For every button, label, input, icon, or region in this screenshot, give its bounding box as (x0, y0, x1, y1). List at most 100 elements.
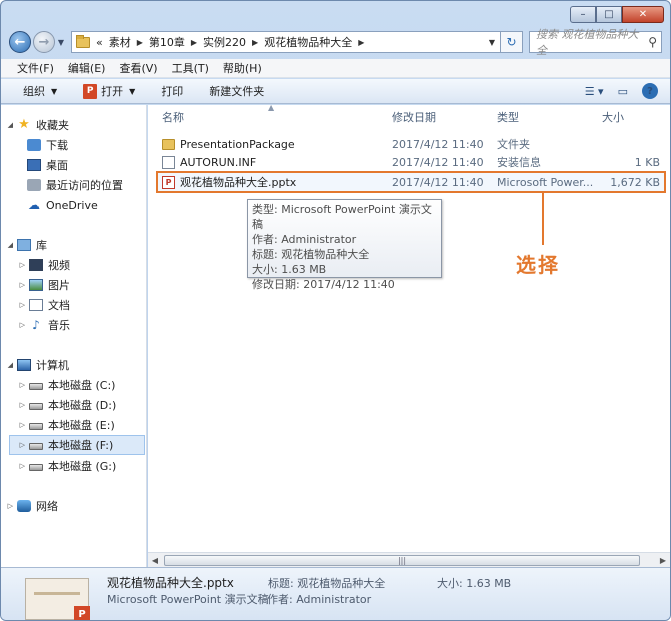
nav-label: 本地磁盘 (F:) (48, 439, 114, 452)
menu-help[interactable]: 帮助(H) (223, 60, 262, 76)
nav-videos[interactable]: ▷ 视频 (1, 255, 145, 275)
nav-pictures[interactable]: ▷ 图片 (1, 275, 145, 295)
annotation-label: 选择 (516, 253, 560, 277)
expand-arrow-icon[interactable]: ◢ (1, 241, 13, 249)
nav-label: 最近访问的位置 (46, 179, 123, 192)
search-icon[interactable]: ⚲ (648, 35, 657, 49)
back-button[interactable]: ← (9, 31, 31, 53)
file-row[interactable]: AUTORUN.INF 2017/4/12 11:40 安装信息 1 KB (158, 153, 664, 171)
nav-label: 本地磁盘 (E:) (48, 419, 115, 432)
forward-button[interactable]: → (33, 31, 55, 53)
expand-arrow-icon[interactable]: ◢ (1, 121, 13, 129)
expand-arrow-icon[interactable]: ▷ (1, 321, 25, 329)
nav-drive-f[interactable]: ▷ 本地磁盘 (F:) (9, 435, 145, 455)
expand-arrow-icon[interactable]: ▷ (1, 421, 25, 429)
nav-label: 视频 (48, 259, 70, 272)
column-name[interactable]: 名称 (162, 109, 184, 125)
nav-libraries[interactable]: ◢ 库 (1, 235, 145, 255)
column-type[interactable]: 类型 (497, 109, 519, 125)
help-icon[interactable]: ? (642, 83, 658, 99)
tooltip-title: 标题: 观花植物品种大全 (252, 248, 370, 261)
column-date[interactable]: 修改日期 (392, 109, 436, 125)
breadcrumb-chevron-icon[interactable]: ▶ (137, 38, 143, 47)
expand-arrow-icon[interactable]: ▷ (1, 281, 25, 289)
expand-arrow-icon[interactable]: ◢ (1, 361, 13, 369)
expand-arrow-icon[interactable]: ▷ (1, 462, 25, 470)
expand-arrow-icon[interactable]: ▷ (1, 401, 25, 409)
folder-icon (76, 34, 90, 48)
breadcrumb-item[interactable]: 实例220 (203, 34, 246, 50)
expand-arrow-icon[interactable]: ▷ (1, 301, 25, 309)
nav-desktop[interactable]: 桌面 (1, 155, 145, 175)
scroll-right-icon[interactable]: ▶ (656, 556, 670, 565)
breadcrumb-overflow[interactable]: « (96, 36, 103, 49)
horizontal-scrollbar[interactable]: ◀ ||| ▶ (148, 552, 670, 567)
print-button[interactable]: 打印 (161, 83, 183, 99)
nav-drive-g[interactable]: ▷ 本地磁盘 (G:) (1, 456, 145, 476)
expand-arrow-icon[interactable]: ▷ (1, 381, 25, 389)
history-dropdown-icon[interactable]: ▼ (55, 38, 67, 47)
menu-tools[interactable]: 工具(T) (172, 60, 209, 76)
file-name: PresentationPackage (180, 137, 295, 151)
organize-button[interactable]: 组织 ▼ (23, 83, 57, 99)
nav-label: 本地磁盘 (D:) (48, 399, 117, 412)
recent-places-icon (27, 179, 41, 191)
nav-drive-c[interactable]: ▷ 本地磁盘 (C:) (1, 375, 145, 395)
nav-downloads[interactable]: 下载 (1, 135, 145, 155)
network-icon (17, 500, 31, 512)
chevron-down-icon: ▼ (129, 86, 136, 96)
maximize-button[interactable]: □ (596, 6, 622, 23)
star-icon: ★ (18, 117, 30, 132)
menu-file[interactable]: 文件(F) (17, 60, 54, 76)
file-type: 安装信息 (497, 156, 541, 169)
file-type: 文件夹 (497, 138, 530, 151)
nav-recent[interactable]: 最近访问的位置 (1, 175, 145, 195)
nav-drive-e[interactable]: ▷ 本地磁盘 (E:) (1, 415, 145, 435)
file-row[interactable]: PresentationPackage 2017/4/12 11:40 文件夹 (158, 135, 664, 153)
nav-label: 本地磁盘 (G:) (48, 460, 117, 473)
expand-arrow-icon[interactable]: ▷ (1, 502, 13, 510)
preview-pane-icon[interactable]: ▭ (618, 85, 628, 98)
menu-view[interactable]: 查看(V) (119, 60, 157, 76)
breadcrumb-item[interactable]: 第10章 (149, 34, 185, 50)
close-button[interactable]: ✕ (622, 6, 664, 23)
open-button[interactable]: P 打开 ▼ (83, 83, 135, 99)
column-size[interactable]: 大小 (602, 109, 624, 125)
scroll-thumb[interactable]: ||| (164, 554, 640, 566)
search-input[interactable]: 搜索 观花植物品种大全 ⚲ (529, 28, 662, 57)
file-name: 观花植物品种大全.pptx (180, 176, 297, 189)
navigation-pane: ◢ ★ 收藏夹 下载 桌面 最近访问的位置 ☁ OneDrive ◢ 库 ▷ 视… (1, 105, 147, 567)
breadcrumb-chevron-icon[interactable]: ▶ (191, 38, 197, 47)
breadcrumb-chevron-icon[interactable]: ▶ (358, 38, 364, 47)
nav-music[interactable]: ▷ ♪ 音乐 (1, 315, 145, 335)
document-icon (29, 299, 43, 311)
breadcrumb-chevron-icon[interactable]: ▶ (252, 38, 258, 47)
address-dropdown-icon[interactable]: ▼ (484, 38, 500, 47)
details-title: 标题: 观花植物品种大全 (268, 577, 386, 590)
nav-network[interactable]: ▷ 网络 (1, 496, 145, 516)
file-size: 1 KB (634, 155, 660, 169)
nav-drive-d[interactable]: ▷ 本地磁盘 (D:) (1, 395, 145, 415)
sort-up-icon: ▲ (268, 103, 275, 112)
menu-edit[interactable]: 编辑(E) (68, 60, 106, 76)
new-folder-button[interactable]: 新建文件夹 (209, 83, 264, 99)
minimize-button[interactable]: – (570, 6, 596, 23)
search-placeholder: 搜索 观花植物品种大全 (536, 28, 639, 57)
nav-computer[interactable]: ◢ 计算机 (1, 355, 145, 375)
expand-arrow-icon[interactable]: ▷ (10, 441, 25, 449)
file-row-selected[interactable]: P 观花植物品种大全.pptx 2017/4/12 11:40 Microsoft… (156, 171, 666, 193)
nav-favorites[interactable]: ◢ ★ 收藏夹 (1, 115, 145, 135)
powerpoint-icon: P (74, 606, 90, 620)
breadcrumb-item[interactable]: 观花植物品种大全 (264, 34, 352, 50)
details-size: 大小: 1.63 MB (437, 577, 512, 590)
expand-arrow-icon[interactable]: ▷ (1, 261, 25, 269)
address-row: ← → ▼ « 素材 ▶ 第10章 ▶ 实例220 ▶ 观花植物品种大全 ▶ ▼… (9, 28, 662, 57)
scroll-left-icon[interactable]: ◀ (148, 556, 162, 565)
refresh-icon[interactable]: ↻ (501, 31, 523, 53)
breadcrumb-item[interactable]: 素材 (109, 34, 131, 50)
nav-onedrive[interactable]: ☁ OneDrive (1, 195, 145, 215)
address-bar[interactable]: « 素材 ▶ 第10章 ▶ 实例220 ▶ 观花植物品种大全 ▶ ▼ (71, 31, 501, 53)
nav-documents[interactable]: ▷ 文档 (1, 295, 145, 315)
view-options-icon[interactable]: ☰ ▾ (585, 85, 604, 98)
desktop-icon (27, 159, 41, 171)
